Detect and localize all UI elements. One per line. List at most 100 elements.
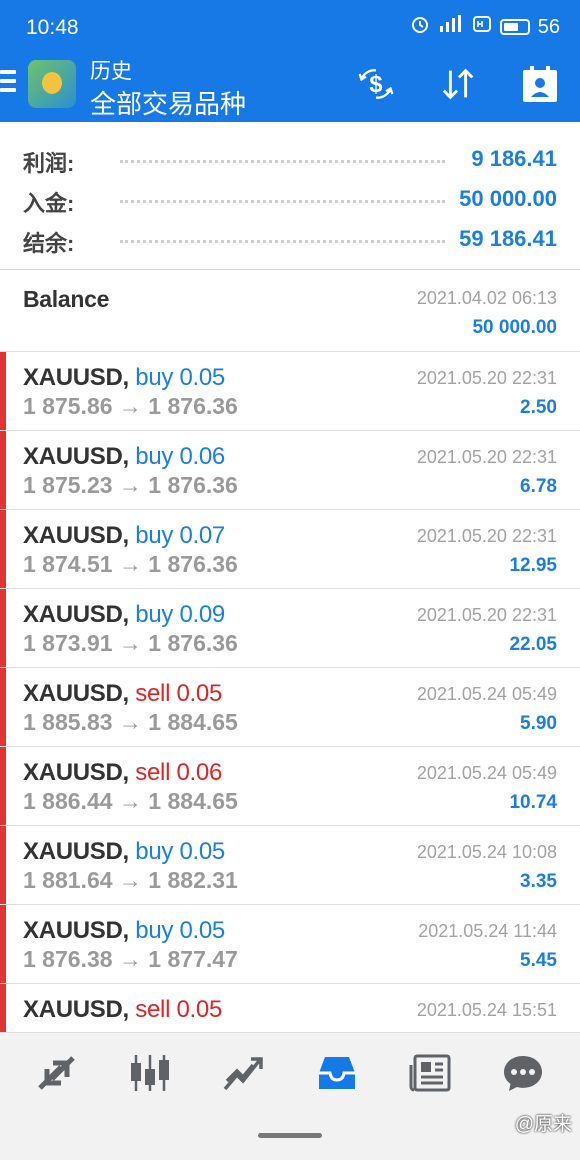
trade-row[interactable]: XAUUSD, buy 0.05 1 881.64 → 1 882.31 2021.… bbox=[0, 826, 580, 905]
trade-symbol: XAUUSD, bbox=[23, 838, 129, 865]
trade-profit: 5.45 bbox=[520, 950, 557, 971]
trade-prices: 1 876.38 → 1 877.47 bbox=[23, 946, 238, 972]
trade-row[interactable]: XAUUSD, sell 0.05 1 885.83 → 1 884.65 2021… bbox=[0, 668, 580, 747]
trade-side: buy 0.09 bbox=[135, 601, 225, 628]
summary-label: 利润: bbox=[23, 151, 75, 176]
summary-label: 结余: bbox=[23, 231, 75, 256]
trade-symbol-line: XAUUSD, buy 0.07 bbox=[23, 522, 225, 550]
trade-date: 2021.05.24 10:08 bbox=[416, 842, 557, 862]
trade-row[interactable]: XAUUSD, buy 0.06 1 875.23 → 1 876.36 2021.… bbox=[0, 431, 580, 510]
summary-row-balance: 结余: 59 186.41 bbox=[0, 220, 580, 256]
chat-nav-icon[interactable] bbox=[498, 1051, 548, 1095]
trade-side: sell 0.06 bbox=[135, 759, 222, 786]
trade-side: sell 0.05 bbox=[135, 996, 222, 1023]
deal-date: 2021.04.02 06:13 bbox=[416, 288, 557, 308]
trade-symbol-line: XAUUSD, buy 0.06 bbox=[23, 443, 225, 471]
currency-exchange-icon[interactable]: $ bbox=[356, 64, 396, 104]
quotes-nav-icon[interactable] bbox=[32, 1051, 82, 1095]
calendar-icon[interactable] bbox=[520, 64, 560, 104]
balance-label: Balance bbox=[23, 286, 110, 312]
symbol-filter[interactable]: 全部交易品种 bbox=[90, 84, 246, 121]
dotted-leader bbox=[120, 240, 445, 243]
menu-icon[interactable] bbox=[0, 70, 18, 100]
summary-value: 9 186.41 bbox=[471, 146, 557, 171]
signal-icon bbox=[438, 14, 464, 40]
trade-prices: 1 886.44 → 1 884.65 bbox=[23, 788, 238, 814]
app-bar: 历史 全部交易品种 $ bbox=[0, 52, 580, 122]
trade-row[interactable]: XAUUSD, buy 0.09 1 873.91 → 1 876.36 2021.… bbox=[0, 589, 580, 668]
trade-symbol: XAUUSD, bbox=[23, 759, 129, 786]
trade-side: buy 0.06 bbox=[135, 443, 225, 470]
trade-symbol: XAUUSD, bbox=[23, 601, 129, 628]
trade-profit: 10.74 bbox=[509, 792, 557, 813]
trade-date: 2021.05.20 22:31 bbox=[416, 605, 557, 625]
status-bar: 10:48 56 bbox=[0, 0, 580, 52]
summary-label: 入金: bbox=[23, 191, 75, 216]
trade-marker bbox=[0, 984, 6, 1032]
trade-marker bbox=[0, 905, 6, 983]
trade-marker bbox=[0, 352, 6, 430]
summary-row-profit: 利润: 9 186.41 bbox=[0, 140, 580, 176]
trade-marker bbox=[0, 510, 6, 588]
history-nav-icon[interactable] bbox=[312, 1051, 362, 1095]
news-nav-icon[interactable] bbox=[405, 1051, 455, 1095]
trade-date: 2021.05.20 22:31 bbox=[416, 526, 557, 546]
trade-side: buy 0.05 bbox=[135, 917, 225, 944]
trade-row[interactable]: XAUUSD, buy 0.07 1 874.51 → 1 876.36 2021.… bbox=[0, 510, 580, 589]
trade-side: sell 0.05 bbox=[135, 680, 222, 707]
toolbar-actions: $ bbox=[356, 64, 560, 104]
trade-prices: 1 874.51 → 1 876.36 bbox=[23, 551, 238, 577]
trade-side: buy 0.05 bbox=[135, 838, 225, 865]
summary-value: 50 000.00 bbox=[459, 186, 557, 211]
trade-symbol-line: XAUUSD, sell 0.05 bbox=[23, 996, 222, 1024]
gesture-handle[interactable] bbox=[258, 1133, 322, 1138]
trade-symbol-line: XAUUSD, buy 0.05 bbox=[23, 364, 225, 392]
trade-prices: 1 873.91 → 1 876.36 bbox=[23, 630, 238, 656]
trade-profit: 6.78 bbox=[520, 476, 557, 497]
trade-nav-icon[interactable] bbox=[218, 1051, 268, 1095]
page-title: 历史 bbox=[90, 60, 132, 83]
trade-profit: 12.95 bbox=[509, 555, 557, 576]
trade-date: 2021.05.20 22:31 bbox=[416, 368, 557, 388]
trade-side: buy 0.05 bbox=[135, 364, 225, 391]
trade-symbol: XAUUSD, bbox=[23, 522, 129, 549]
trade-profit: 3.35 bbox=[520, 871, 557, 892]
trade-row[interactable]: XAUUSD, sell 0.06 1 886.44 → 1 884.65 2021… bbox=[0, 747, 580, 826]
trade-profit: 5.90 bbox=[520, 713, 557, 734]
battery-icon bbox=[499, 19, 530, 35]
trade-prices: 1 875.23 → 1 876.36 bbox=[23, 472, 238, 498]
summary-row-deposit: 入金: 50 000.00 bbox=[0, 180, 580, 216]
trade-marker bbox=[0, 826, 6, 904]
app-logo bbox=[28, 60, 76, 108]
trade-marker bbox=[0, 431, 6, 509]
trade-prices: 1 875.86 → 1 876.36 bbox=[23, 393, 238, 419]
history-list[interactable]: Balance 2021.04.02 06:13 50 000.00 XAUUS… bbox=[0, 272, 580, 1032]
dotted-leader bbox=[120, 160, 445, 163]
trade-symbol: XAUUSD, bbox=[23, 996, 129, 1023]
trade-prices: 1 881.64 → 1 882.31 bbox=[23, 867, 238, 893]
alarm-icon bbox=[410, 14, 430, 40]
trade-symbol-line: XAUUSD, sell 0.06 bbox=[23, 759, 222, 787]
trade-symbol-line: XAUUSD, sell 0.05 bbox=[23, 680, 222, 708]
trade-marker bbox=[0, 589, 6, 667]
trade-symbol-line: XAUUSD, buy 0.05 bbox=[23, 917, 225, 945]
trade-date: 2021.05.24 05:49 bbox=[416, 684, 557, 704]
trade-date: 2021.05.24 11:44 bbox=[418, 921, 557, 941]
trade-symbol: XAUUSD, bbox=[23, 680, 129, 707]
status-time: 10:48 bbox=[26, 16, 79, 39]
trade-marker bbox=[0, 747, 6, 825]
dotted-leader bbox=[120, 200, 445, 203]
balance-amount: 50 000.00 bbox=[472, 317, 557, 338]
trade-symbol-line: XAUUSD, buy 0.05 bbox=[23, 838, 225, 866]
trade-row[interactable]: XAUUSD, sell 0.05 2021.05.24 15:51 bbox=[0, 984, 580, 1032]
hd-icon bbox=[472, 14, 492, 40]
balance-row[interactable]: Balance 2021.04.02 06:13 50 000.00 bbox=[0, 272, 580, 352]
trade-symbol-line: XAUUSD, buy 0.09 bbox=[23, 601, 225, 629]
trade-date: 2021.05.20 22:31 bbox=[416, 447, 557, 467]
sort-icon[interactable] bbox=[438, 64, 478, 104]
trade-row[interactable]: XAUUSD, buy 0.05 1 875.86 → 1 876.36 2021.… bbox=[0, 352, 580, 431]
trade-row[interactable]: XAUUSD, buy 0.05 1 876.38 → 1 877.47 2021.… bbox=[0, 905, 580, 984]
trade-symbol: XAUUSD, bbox=[23, 364, 129, 391]
chart-nav-icon[interactable] bbox=[125, 1051, 175, 1095]
svg-text:$: $ bbox=[369, 72, 382, 98]
